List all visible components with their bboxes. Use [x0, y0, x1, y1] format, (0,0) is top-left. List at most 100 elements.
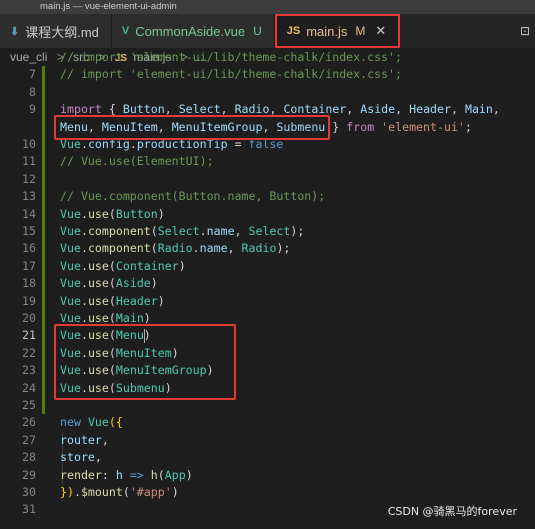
js-icon: JS [286, 25, 301, 37]
code-token: ); [276, 241, 291, 256]
code-token: router [60, 432, 102, 447]
code-text: Vue.config.productionTip = false [60, 136, 283, 153]
code-token: Vue [60, 258, 81, 273]
code-token: Radio [241, 241, 277, 256]
code-token: ( [108, 311, 116, 325]
code-line[interactable]: 13 // Vue.component(Button.name, Button); [0, 188, 535, 206]
code-line[interactable]: 30}).$mount('#app') [0, 484, 535, 501]
line-number: 18 [22, 276, 36, 291]
editor-tab[interactable]: ⬇ 课程大纲.md [0, 14, 112, 48]
code-text: Vue.use(Menu) [60, 327, 151, 344]
code-text: Vue.use(Header) [60, 293, 165, 310]
git-modified-indicator[interactable] [42, 66, 45, 84]
code-token: ( [108, 258, 116, 273]
code-line[interactable]: 12 [0, 170, 535, 189]
code-line[interactable]: 18 Vue.use(Aside) [0, 275, 535, 293]
code-line[interactable]: 24 Vue.use(Submenu) [0, 379, 535, 397]
code-token: Vue [60, 137, 81, 151]
code-token: '#app' [129, 485, 172, 499]
close-icon[interactable]: ✕ [375, 23, 386, 39]
code-line[interactable]: // import 'element-ui/lib/theme-chalk/in… [0, 49, 535, 66]
code-token: use [87, 206, 109, 221]
code-line[interactable]: 27 router, [0, 431, 535, 450]
code-token: 'element-ui' [381, 119, 465, 134]
code-line[interactable]: 10 Vue.config.productionTip = false [0, 136, 535, 154]
git-modified-indicator[interactable] [42, 257, 45, 276]
code-token: Vue [60, 206, 81, 221]
code-line[interactable]: 14 Vue.use(Button) [0, 205, 535, 223]
git-modified-indicator[interactable] [42, 223, 45, 241]
code-line[interactable]: 17 Vue.use(Container) [0, 257, 535, 276]
code-token: . [80, 345, 88, 360]
code-line[interactable]: 8 [0, 83, 535, 102]
git-modified-indicator[interactable] [42, 379, 45, 397]
code-line[interactable]: 9 import { Button, Select, Radio, Contain… [0, 101, 535, 119]
line-number: 15 [22, 224, 36, 238]
code-line[interactable]: 23 Vue.use(MenuItemGroup) [0, 362, 535, 380]
code-token: from [346, 119, 375, 134]
line-number: 31 [22, 502, 36, 517]
code-line[interactable]: 28 store, [0, 449, 535, 467]
code-token: h [115, 467, 123, 482]
git-modified-indicator[interactable] [42, 292, 45, 310]
git-modified-indicator[interactable] [42, 153, 45, 171]
git-modified-indicator[interactable] [42, 327, 45, 345]
code-line[interactable]: 21 Vue.use(Menu) [0, 327, 535, 345]
code-token: Vue [60, 380, 81, 395]
editor-tab[interactable]: JS main.js M ✕ [274, 14, 401, 48]
code-line[interactable]: 29 render: h => h(App) [0, 466, 535, 484]
code-token: . [80, 311, 88, 325]
git-modified-indicator[interactable] [42, 170, 45, 189]
code-line[interactable]: 26 new Vue({ [0, 414, 535, 431]
git-modified-indicator[interactable] [42, 101, 45, 119]
code-line[interactable]: Menu, MenuItem, MenuItemGroup, Submenu }… [0, 118, 535, 136]
split-editor-icon[interactable]: ⊡ [515, 14, 535, 48]
code-token: name [199, 241, 228, 256]
code-token: Vue [60, 276, 81, 291]
git-modified-indicator[interactable] [42, 188, 45, 206]
code-token: ) [171, 345, 179, 360]
git-modified-indicator[interactable] [42, 240, 45, 258]
code-line[interactable]: 16 Vue.component(Radio.name, Radio); [0, 240, 535, 258]
code-token: ) [185, 467, 193, 482]
git-modified-indicator[interactable] [42, 362, 45, 380]
code-editor[interactable]: // import 'element-ui/lib/theme-chalk/in… [0, 50, 535, 518]
code-line[interactable]: 15 Vue.component(Select.name, Select); [0, 223, 535, 241]
code-token: Button [115, 206, 158, 221]
code-token: use [87, 328, 109, 343]
code-text: Menu, MenuItem, MenuItemGroup, Submenu }… [60, 119, 472, 136]
git-modified-indicator[interactable] [42, 118, 45, 136]
code-text: Vue.use(Submenu) [60, 380, 172, 397]
git-modified-indicator[interactable] [42, 397, 45, 415]
code-line[interactable]: 20 Vue.use(Main) [0, 310, 535, 328]
line-number: 29 [22, 467, 36, 482]
code-line[interactable]: 19 Vue.use(Header) [0, 292, 535, 310]
code-text: Vue.component(Radio.name, Radio); [60, 240, 290, 257]
code-text: // Vue.use(ElementUI); [60, 153, 214, 170]
git-modified-indicator[interactable] [42, 310, 45, 328]
code-line[interactable]: 11 // Vue.use(ElementUI); [0, 153, 535, 171]
csdn-watermark: CSDN @骑黑马的forever [387, 505, 517, 518]
code-text: store, [60, 449, 102, 466]
code-line[interactable]: 7 // import 'element-ui/lib/theme-chalk/i… [0, 66, 535, 84]
code-token: , [164, 102, 179, 117]
code-text: router, [60, 432, 109, 449]
window-title: main.js — vue-element-ui-admin [0, 0, 535, 14]
code-line[interactable]: 22 Vue.use(MenuItem) [0, 344, 535, 363]
line-number: 11 [22, 154, 36, 169]
code-token: Select [157, 224, 200, 238]
tab-label: main.js [306, 23, 348, 39]
code-token: , [234, 224, 249, 238]
code-token: use [87, 258, 109, 273]
git-modified-indicator[interactable] [42, 205, 45, 223]
code-token: }) [60, 485, 74, 499]
git-modified-indicator[interactable] [42, 275, 45, 293]
code-line[interactable]: 25 [0, 397, 535, 415]
git-modified-indicator[interactable] [42, 136, 45, 154]
git-modified-indicator[interactable] [42, 83, 45, 102]
git-modified-indicator[interactable] [42, 344, 45, 363]
editor-tab[interactable]: V CommonAside.vue U [111, 14, 275, 48]
code-token: store [60, 450, 95, 465]
code-token: use [87, 276, 109, 291]
code-token: // import 'element-ui/lib/theme-chalk/in… [60, 67, 403, 82]
